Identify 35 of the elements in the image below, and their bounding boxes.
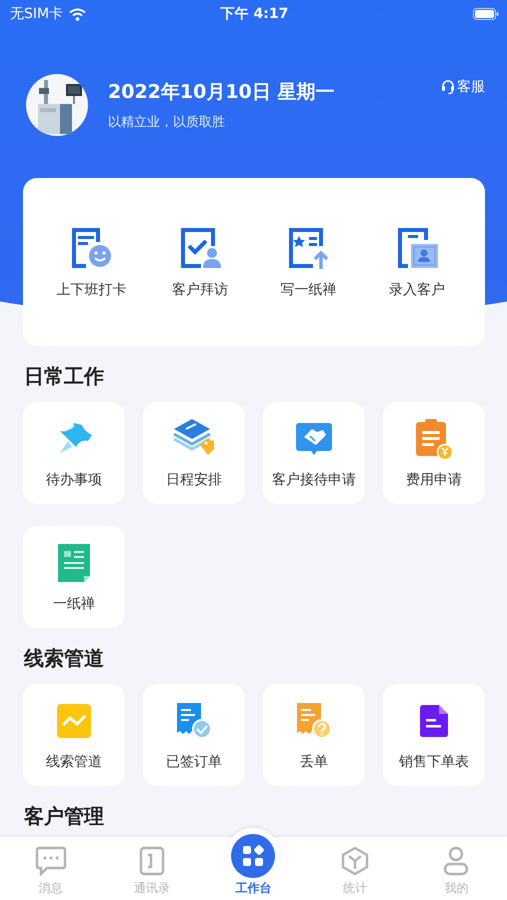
app-tile[interactable]: 销售下单表 <box>383 684 485 786</box>
wifi-icon <box>69 8 86 20</box>
document-icon <box>56 542 92 584</box>
quick-action-button[interactable]: 上下班打卡 <box>43 225 140 299</box>
quick-action-button[interactable]: 写一纸禅 <box>260 225 356 299</box>
headset-icon <box>440 79 456 95</box>
receipt-check-icon <box>176 702 212 740</box>
quick-action-button[interactable]: 录入客户 <box>368 225 465 299</box>
person-icon <box>443 846 470 876</box>
app-tile[interactable]: 日程安排 <box>143 402 245 504</box>
customer-service-button[interactable]: 客服 <box>440 78 485 96</box>
section-title: 客户管理 <box>24 803 105 830</box>
file-icon <box>419 704 449 738</box>
app-tile[interactable]: 待办事项 <box>23 402 125 504</box>
app-tile[interactable]: 一纸禅 <box>23 526 125 628</box>
section-title: 日常工作 <box>24 363 105 390</box>
chat-icon <box>34 846 67 876</box>
date-title: 2022年10月10日 星期一 <box>108 80 336 105</box>
app-tile[interactable]: 费用申请 <box>383 402 485 504</box>
cube-icon <box>340 846 370 876</box>
app-tile[interactable]: 已签订单 <box>143 684 245 786</box>
receipt-question-icon <box>296 702 332 740</box>
trend-chart-icon <box>56 703 92 739</box>
section-title: 线索管道 <box>24 645 105 672</box>
carrier-text: 无SIM卡 <box>10 5 64 23</box>
app-tile[interactable]: 客户接待申请 <box>263 402 365 504</box>
address-book-icon <box>139 846 166 876</box>
battery-icon <box>472 8 499 20</box>
quick-action-button[interactable]: 客户拜访 <box>152 225 248 299</box>
expense-clipboard-icon <box>414 418 454 460</box>
grid-icon <box>242 845 264 867</box>
app-tile[interactable]: 线索管道 <box>23 684 125 786</box>
slogan-text: 以精立业，以质取胜 <box>108 114 226 131</box>
app-tile[interactable]: 丢单 <box>263 684 365 786</box>
clock-text: 下午 4:17 <box>220 5 288 23</box>
